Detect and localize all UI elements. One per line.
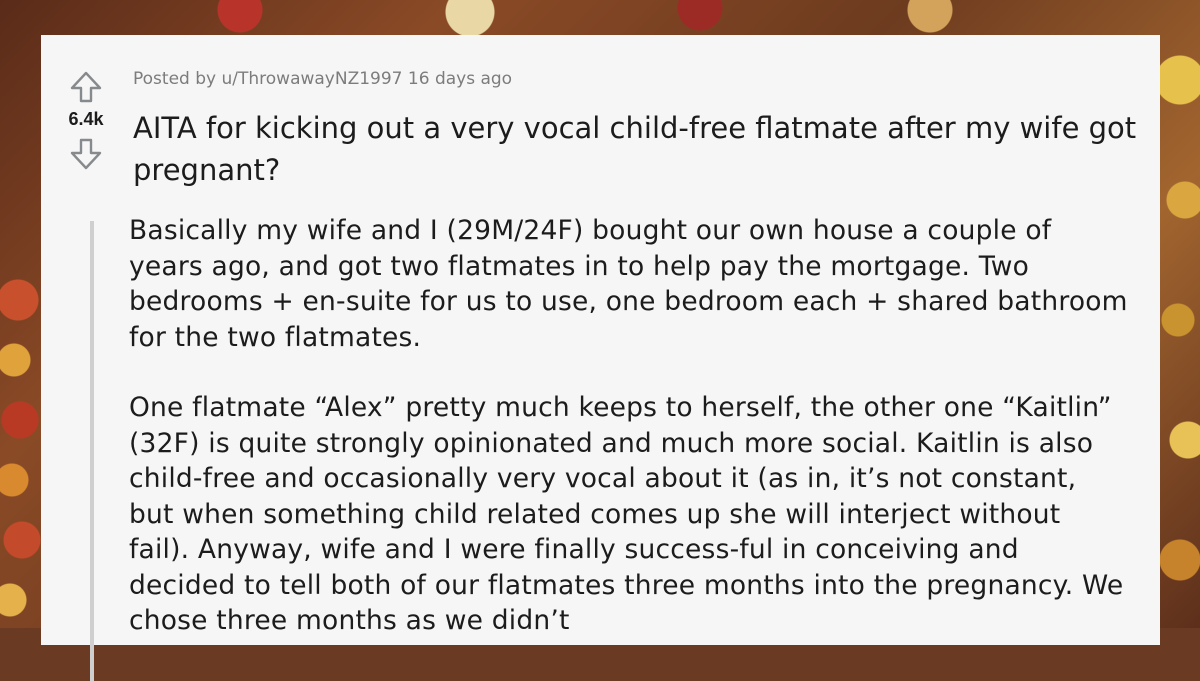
body-paragraph: One flatmate “Alex” pretty much keeps to… — [129, 392, 1124, 636]
downvote-button[interactable] — [66, 134, 106, 174]
author-link[interactable]: u/ThrowawayNZ1997 — [221, 69, 402, 89]
post-title[interactable]: AITA for kicking out a very vocal child-… — [133, 107, 1143, 191]
posted-by-label: Posted by — [133, 69, 217, 89]
quote-bar — [90, 221, 94, 681]
body-paragraph: Basically my wife and I (29M/24F) bought… — [129, 215, 1128, 353]
vote-score: 6.4k — [68, 109, 104, 129]
arrow-down-outline-icon — [70, 138, 102, 170]
post-body: Basically my wife and I (29M/24F) bought… — [129, 213, 1129, 674]
post-card: 6.4k Posted by u/ThrowawayNZ1997 16 days… — [41, 35, 1160, 681]
vote-column: 6.4k — [41, 67, 131, 174]
arrow-up-outline-icon — [70, 71, 102, 103]
post-meta: Posted by u/ThrowawayNZ1997 16 days ago — [133, 69, 512, 89]
upvote-button[interactable] — [66, 67, 106, 107]
post-time: 16 days ago — [407, 69, 513, 89]
